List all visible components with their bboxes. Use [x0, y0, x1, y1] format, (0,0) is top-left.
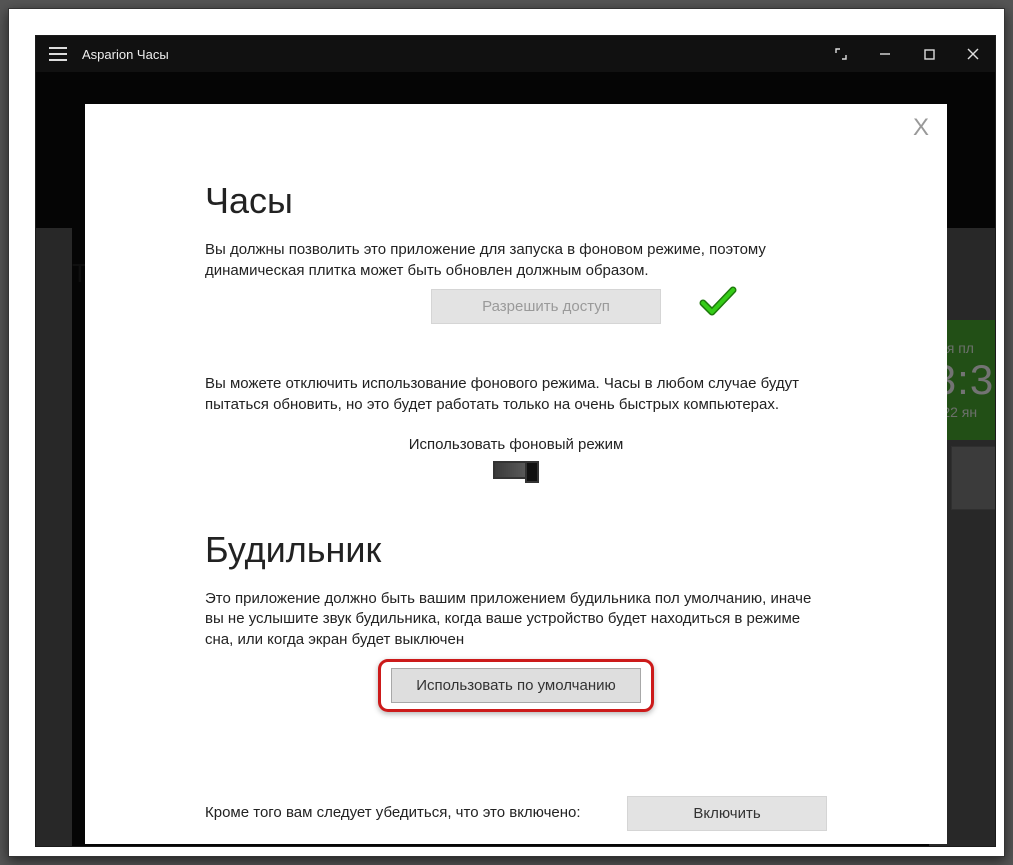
enable-row: Кроме того вам следует убедиться, что эт…: [205, 796, 827, 831]
clock-description-2: Вы можете отключить использование фоново…: [205, 374, 827, 415]
close-icon[interactable]: [951, 36, 995, 72]
viewport-frame: Asparion Часы: [8, 8, 1005, 857]
checkmark-icon: [699, 285, 737, 319]
dialog-close-button[interactable]: X: [913, 114, 929, 142]
clock-description: Вы должны позволить это приложение для з…: [205, 240, 827, 281]
menu-icon[interactable]: [36, 36, 80, 72]
use-default-button[interactable]: Использовать по умолчанию: [391, 668, 641, 703]
dialog-content: Часы Вы должны позволить это приложение …: [85, 104, 947, 851]
title-bar: Asparion Часы: [36, 36, 995, 72]
app-window: Asparion Часы: [35, 35, 996, 847]
alarm-description: Это приложение должно быть вашим приложе…: [205, 589, 827, 651]
enable-button[interactable]: Включить: [627, 796, 827, 831]
allow-row: Разрешить доступ: [205, 289, 827, 324]
ensure-enabled-text: Кроме того вам следует убедиться, что эт…: [205, 803, 627, 824]
clock-heading: Часы: [205, 180, 827, 222]
settings-dialog: X Часы Вы должны позволить это приложени…: [85, 104, 947, 844]
allow-access-button[interactable]: Разрешить доступ: [431, 289, 661, 324]
minimize-icon[interactable]: [863, 36, 907, 72]
maximize-icon[interactable]: [907, 36, 951, 72]
alarm-heading: Будильник: [205, 529, 827, 571]
app-title: Asparion Часы: [80, 47, 819, 62]
highlighted-action: Использовать по умолчанию: [378, 659, 654, 712]
background-mode-toggle[interactable]: [493, 461, 539, 479]
fullscreen-icon[interactable]: [819, 36, 863, 72]
toggle-label: Использовать фоновый режим: [205, 436, 827, 453]
